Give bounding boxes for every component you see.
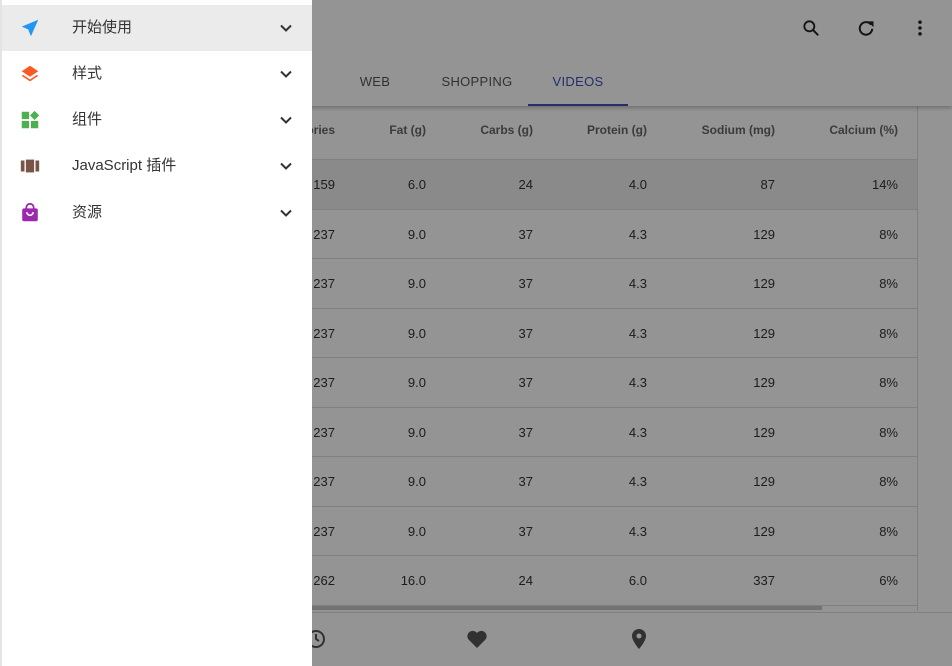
drawer-item-getting-started[interactable]: 开始使用 bbox=[2, 5, 312, 51]
send-icon bbox=[19, 17, 41, 39]
drawer-item-resources[interactable]: 资源 bbox=[2, 190, 312, 236]
drawer-item-styles[interactable]: 样式 bbox=[2, 51, 312, 97]
view-array-icon bbox=[19, 155, 41, 177]
chevron-down-icon bbox=[278, 112, 294, 128]
chevron-down-icon bbox=[278, 158, 294, 174]
shopping-bag-icon bbox=[19, 202, 41, 224]
widgets-icon bbox=[19, 109, 41, 131]
drawer-item-label: 样式 bbox=[72, 65, 103, 82]
drawer-item-components[interactable]: 组件 bbox=[2, 97, 312, 143]
drawer-item-label: 资源 bbox=[72, 204, 103, 221]
chevron-down-icon bbox=[278, 205, 294, 221]
chevron-down-icon bbox=[278, 20, 294, 36]
chevron-down-icon bbox=[278, 66, 294, 82]
drawer-item-javascript-plugins[interactable]: JavaScript 插件 bbox=[2, 143, 312, 189]
layers-icon bbox=[19, 63, 41, 85]
drawer-item-label: 开始使用 bbox=[72, 19, 133, 36]
drawer-item-label: 组件 bbox=[72, 111, 103, 128]
drawer-item-label: JavaScript 插件 bbox=[72, 157, 177, 174]
navigation-drawer: 开始使用 样式 组件 JavaScript 插件 资源 bbox=[0, 0, 312, 666]
